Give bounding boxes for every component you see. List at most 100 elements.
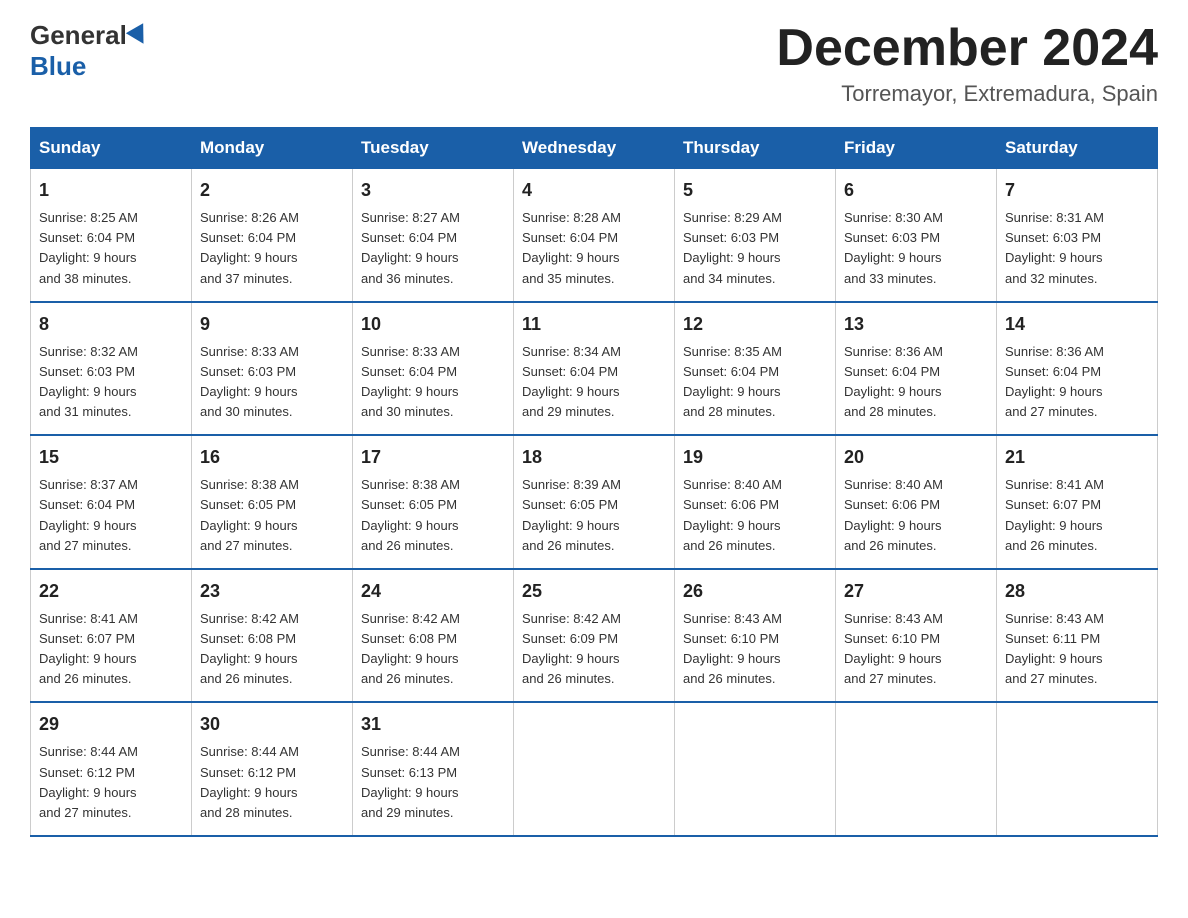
- day-info: Sunrise: 8:26 AMSunset: 6:04 PMDaylight:…: [200, 208, 344, 289]
- calendar-cell: 25Sunrise: 8:42 AMSunset: 6:09 PMDayligh…: [514, 569, 675, 703]
- day-info: Sunrise: 8:44 AMSunset: 6:12 PMDaylight:…: [200, 742, 344, 823]
- calendar-cell: 17 Sunrise: 8:38 AMSunset: 6:05 PMDayligh…: [353, 435, 514, 569]
- calendar-week-row: 29 Sunrise: 8:44 AMSunset: 6:12 PMDayligh…: [31, 702, 1158, 836]
- calendar-cell: 6Sunrise: 8:30 AMSunset: 6:03 PMDaylight…: [836, 169, 997, 302]
- calendar-cell: 1 Sunrise: 8:25 AMSunset: 6:04 PMDaylight…: [31, 169, 192, 302]
- day-number: 26: [683, 578, 827, 605]
- calendar-cell: 3Sunrise: 8:27 AMSunset: 6:04 PMDaylight…: [353, 169, 514, 302]
- day-number: 29: [39, 711, 183, 738]
- day-number: 24: [361, 578, 505, 605]
- day-info: Sunrise: 8:28 AMSunset: 6:04 PMDaylight:…: [522, 208, 666, 289]
- calendar-week-row: 22 Sunrise: 8:41 AMSunset: 6:07 PMDayligh…: [31, 569, 1158, 703]
- month-title: December 2024: [776, 20, 1158, 77]
- calendar-cell: [997, 702, 1158, 836]
- calendar-cell: 29 Sunrise: 8:44 AMSunset: 6:12 PMDayligh…: [31, 702, 192, 836]
- calendar-cell: 26 Sunrise: 8:43 AMSunset: 6:10 PMDayligh…: [675, 569, 836, 703]
- calendar-cell: 18 Sunrise: 8:39 AMSunset: 6:05 PMDayligh…: [514, 435, 675, 569]
- calendar-cell: 7Sunrise: 8:31 AMSunset: 6:03 PMDaylight…: [997, 169, 1158, 302]
- day-number: 16: [200, 444, 344, 471]
- day-info: Sunrise: 8:42 AMSunset: 6:09 PMDaylight:…: [522, 609, 666, 690]
- calendar-cell: 28Sunrise: 8:43 AMSunset: 6:11 PMDayligh…: [997, 569, 1158, 703]
- page-header: General Blue December 2024 Torremayor, E…: [30, 20, 1158, 107]
- calendar-week-row: 1 Sunrise: 8:25 AMSunset: 6:04 PMDaylight…: [31, 169, 1158, 302]
- day-number: 1: [39, 177, 183, 204]
- day-number: 15: [39, 444, 183, 471]
- location-subtitle: Torremayor, Extremadura, Spain: [776, 81, 1158, 107]
- calendar-cell: 10Sunrise: 8:33 AMSunset: 6:04 PMDayligh…: [353, 302, 514, 436]
- day-info: Sunrise: 8:36 AMSunset: 6:04 PMDaylight:…: [844, 342, 988, 423]
- day-number: 19: [683, 444, 827, 471]
- day-info: Sunrise: 8:31 AMSunset: 6:03 PMDaylight:…: [1005, 208, 1149, 289]
- day-info: Sunrise: 8:41 AMSunset: 6:07 PMDaylight:…: [39, 609, 183, 690]
- day-number: 17: [361, 444, 505, 471]
- day-info: Sunrise: 8:27 AMSunset: 6:04 PMDaylight:…: [361, 208, 505, 289]
- calendar-cell: 5Sunrise: 8:29 AMSunset: 6:03 PMDaylight…: [675, 169, 836, 302]
- weekday-header-friday: Friday: [836, 128, 997, 169]
- day-number: 12: [683, 311, 827, 338]
- title-section: December 2024 Torremayor, Extremadura, S…: [776, 20, 1158, 107]
- calendar-cell: [514, 702, 675, 836]
- day-info: Sunrise: 8:35 AMSunset: 6:04 PMDaylight:…: [683, 342, 827, 423]
- day-info: Sunrise: 8:41 AMSunset: 6:07 PMDaylight:…: [1005, 475, 1149, 556]
- day-info: Sunrise: 8:37 AMSunset: 6:04 PMDaylight:…: [39, 475, 183, 556]
- calendar-cell: 23 Sunrise: 8:42 AMSunset: 6:08 PMDayligh…: [192, 569, 353, 703]
- day-number: 8: [39, 311, 183, 338]
- day-number: 18: [522, 444, 666, 471]
- calendar-cell: 30 Sunrise: 8:44 AMSunset: 6:12 PMDayligh…: [192, 702, 353, 836]
- day-info: Sunrise: 8:38 AMSunset: 6:05 PMDaylight:…: [200, 475, 344, 556]
- day-info: Sunrise: 8:36 AMSunset: 6:04 PMDaylight:…: [1005, 342, 1149, 423]
- day-info: Sunrise: 8:25 AMSunset: 6:04 PMDaylight:…: [39, 208, 183, 289]
- day-number: 14: [1005, 311, 1149, 338]
- calendar-cell: 16 Sunrise: 8:38 AMSunset: 6:05 PMDayligh…: [192, 435, 353, 569]
- calendar-cell: 8Sunrise: 8:32 AMSunset: 6:03 PMDaylight…: [31, 302, 192, 436]
- day-info: Sunrise: 8:42 AMSunset: 6:08 PMDaylight:…: [361, 609, 505, 690]
- calendar-week-row: 15 Sunrise: 8:37 AMSunset: 6:04 PMDayligh…: [31, 435, 1158, 569]
- weekday-header-saturday: Saturday: [997, 128, 1158, 169]
- calendar-cell: 21Sunrise: 8:41 AMSunset: 6:07 PMDayligh…: [997, 435, 1158, 569]
- calendar-cell: [836, 702, 997, 836]
- calendar-cell: 31 Sunrise: 8:44 AMSunset: 6:13 PMDayligh…: [353, 702, 514, 836]
- weekday-header-row: SundayMondayTuesdayWednesdayThursdayFrid…: [31, 128, 1158, 169]
- weekday-header-monday: Monday: [192, 128, 353, 169]
- day-info: Sunrise: 8:44 AMSunset: 6:13 PMDaylight:…: [361, 742, 505, 823]
- day-info: Sunrise: 8:40 AMSunset: 6:06 PMDaylight:…: [683, 475, 827, 556]
- calendar-week-row: 8Sunrise: 8:32 AMSunset: 6:03 PMDaylight…: [31, 302, 1158, 436]
- calendar-cell: 24 Sunrise: 8:42 AMSunset: 6:08 PMDayligh…: [353, 569, 514, 703]
- day-number: 23: [200, 578, 344, 605]
- weekday-header-wednesday: Wednesday: [514, 128, 675, 169]
- day-number: 13: [844, 311, 988, 338]
- day-info: Sunrise: 8:44 AMSunset: 6:12 PMDaylight:…: [39, 742, 183, 823]
- calendar-table: SundayMondayTuesdayWednesdayThursdayFrid…: [30, 127, 1158, 837]
- calendar-cell: 22 Sunrise: 8:41 AMSunset: 6:07 PMDayligh…: [31, 569, 192, 703]
- day-info: Sunrise: 8:40 AMSunset: 6:06 PMDaylight:…: [844, 475, 988, 556]
- day-info: Sunrise: 8:42 AMSunset: 6:08 PMDaylight:…: [200, 609, 344, 690]
- day-number: 27: [844, 578, 988, 605]
- day-number: 4: [522, 177, 666, 204]
- weekday-header-sunday: Sunday: [31, 128, 192, 169]
- day-number: 28: [1005, 578, 1149, 605]
- day-number: 5: [683, 177, 827, 204]
- calendar-cell: 12 Sunrise: 8:35 AMSunset: 6:04 PMDayligh…: [675, 302, 836, 436]
- calendar-cell: 2Sunrise: 8:26 AMSunset: 6:04 PMDaylight…: [192, 169, 353, 302]
- day-info: Sunrise: 8:38 AMSunset: 6:05 PMDaylight:…: [361, 475, 505, 556]
- calendar-cell: 15 Sunrise: 8:37 AMSunset: 6:04 PMDayligh…: [31, 435, 192, 569]
- day-number: 20: [844, 444, 988, 471]
- day-number: 10: [361, 311, 505, 338]
- day-number: 30: [200, 711, 344, 738]
- weekday-header-tuesday: Tuesday: [353, 128, 514, 169]
- day-info: Sunrise: 8:33 AMSunset: 6:03 PMDaylight:…: [200, 342, 344, 423]
- day-number: 11: [522, 311, 666, 338]
- day-number: 31: [361, 711, 505, 738]
- calendar-cell: 20 Sunrise: 8:40 AMSunset: 6:06 PMDayligh…: [836, 435, 997, 569]
- calendar-cell: 14 Sunrise: 8:36 AMSunset: 6:04 PMDayligh…: [997, 302, 1158, 436]
- day-number: 22: [39, 578, 183, 605]
- logo: General Blue: [30, 20, 151, 82]
- day-info: Sunrise: 8:39 AMSunset: 6:05 PMDaylight:…: [522, 475, 666, 556]
- calendar-cell: 9Sunrise: 8:33 AMSunset: 6:03 PMDaylight…: [192, 302, 353, 436]
- weekday-header-thursday: Thursday: [675, 128, 836, 169]
- day-number: 6: [844, 177, 988, 204]
- day-info: Sunrise: 8:43 AMSunset: 6:10 PMDaylight:…: [844, 609, 988, 690]
- logo-arrow-icon: [126, 23, 152, 49]
- calendar-cell: 27 Sunrise: 8:43 AMSunset: 6:10 PMDayligh…: [836, 569, 997, 703]
- day-info: Sunrise: 8:43 AMSunset: 6:10 PMDaylight:…: [683, 609, 827, 690]
